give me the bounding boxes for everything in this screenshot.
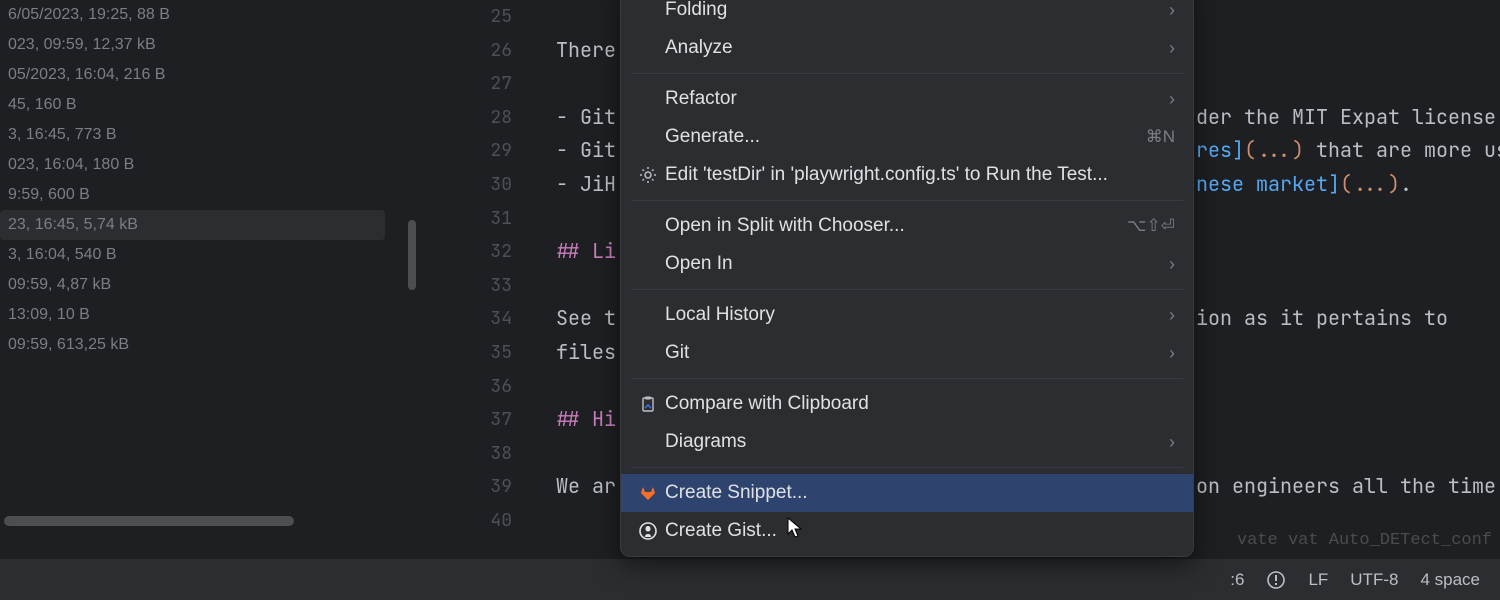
menu-item-label: Analyze [665,37,1157,59]
editor-context-menu: Folding › Analyze › Refactor › Generate...⌘N Ed… [620,0,1194,557]
file-item[interactable]: 9:59, 600 B [0,180,420,210]
menu-item-label: Edit 'testDir' in 'playwright.config.ts'… [665,164,1175,186]
clipboard-icon [639,395,665,413]
dim-status-text: vate vat Auto_DETect_conf [1237,531,1492,550]
github-icon [639,522,665,540]
file-item[interactable]: 05/2023, 16:04, 216 B [0,60,420,90]
file-item[interactable]: 023, 09:59, 12,37 kB [0,30,420,60]
indent-setting[interactable]: 4 space [1420,570,1480,590]
chevron-right-icon: › [1169,432,1175,453]
menu-item-label: Open In [665,253,1157,275]
file-item[interactable]: 45, 160 B [0,90,420,120]
chevron-right-icon: › [1169,305,1175,326]
menu-item[interactable]: Git › [621,334,1193,372]
line-separator[interactable]: LF [1308,570,1328,590]
menu-item[interactable]: Compare with Clipboard [621,385,1193,423]
file-item[interactable]: 3, 16:04, 540 B [0,240,420,270]
menu-item[interactable]: Generate...⌘N [621,118,1193,156]
file-encoding[interactable]: UTF-8 [1350,570,1398,590]
file-item[interactable]: 23, 16:45, 5,74 kB [0,210,385,240]
menu-item[interactable]: Diagrams › [621,423,1193,461]
code-overflow-fragment: nese market](...). [1196,168,1412,202]
status-bar: :6 LF UTF-8 4 space [0,558,1500,600]
code-overflow-fragment: ion as it pertains to [1196,302,1448,336]
menu-separator [631,200,1183,201]
menu-item-label: Local History [665,304,1157,326]
file-item[interactable]: 09:59, 613,25 kB [0,330,420,360]
menu-shortcut: ⌘N [1146,127,1175,147]
menu-item-label: Diagrams [665,431,1157,453]
file-list[interactable]: 6/05/2023, 19:25, 88 B023, 09:59, 12,37 … [0,0,420,360]
menu-item-label: Git [665,342,1157,364]
file-item[interactable]: 023, 16:04, 180 B [0,150,420,180]
file-item[interactable]: 09:59, 4,87 kB [0,270,420,300]
gear-icon [639,166,665,184]
menu-item[interactable]: Edit 'testDir' in 'playwright.config.ts'… [621,156,1193,194]
warning-icon[interactable] [1266,570,1286,590]
menu-item[interactable]: Local History › [621,296,1193,334]
menu-separator [631,467,1183,468]
menu-item-label: Create Snippet... [665,482,1175,504]
sidebar-vertical-scrollbar[interactable] [408,220,416,290]
menu-separator [631,73,1183,74]
menu-item-label: Compare with Clipboard [665,393,1175,415]
chevron-right-icon: › [1169,0,1175,21]
chevron-right-icon: › [1169,38,1175,59]
menu-item[interactable]: Folding › [621,0,1193,29]
line-number-gutter: 25262728293031323334353637383940 [420,0,540,540]
menu-item[interactable]: Create Gist... [621,512,1193,550]
menu-shortcut: ⌥⇧⏎ [1127,216,1175,236]
menu-item[interactable]: Open in Split with Chooser...⌥⇧⏎ [621,207,1193,245]
menu-item-label: Folding [665,0,1157,21]
menu-separator [631,289,1183,290]
code-overflow-fragment: on engineers all the time [1196,470,1496,504]
sidebar-horizontal-scrollbar[interactable] [4,516,294,526]
file-item[interactable]: 13:09, 10 B [0,300,420,330]
file-item[interactable]: 3, 16:45, 773 B [0,120,420,150]
menu-item-label: Generate... [665,126,1146,148]
menu-item-label: Open in Split with Chooser... [665,215,1127,237]
menu-item[interactable]: Open In › [621,245,1193,283]
menu-item[interactable]: Create Snippet... [621,474,1193,512]
menu-item-label: Create Gist... [665,520,1175,542]
code-overflow-fragment: der the MIT Expat license [1196,101,1496,135]
code-overflow-fragment: res](...) that are more us [1196,134,1500,168]
gitlab-icon [639,484,665,502]
menu-item[interactable]: Analyze › [621,29,1193,67]
menu-separator [631,378,1183,379]
menu-item[interactable]: Refactor › [621,80,1193,118]
file-item[interactable]: 6/05/2023, 19:25, 88 B [0,0,420,30]
chevron-right-icon: › [1169,254,1175,275]
file-list-sidebar: 6/05/2023, 19:25, 88 B023, 09:59, 12,37 … [0,0,420,540]
cursor-position[interactable]: :6 [1230,570,1244,590]
chevron-right-icon: › [1169,89,1175,110]
chevron-right-icon: › [1169,343,1175,364]
menu-item-label: Refactor [665,88,1157,110]
